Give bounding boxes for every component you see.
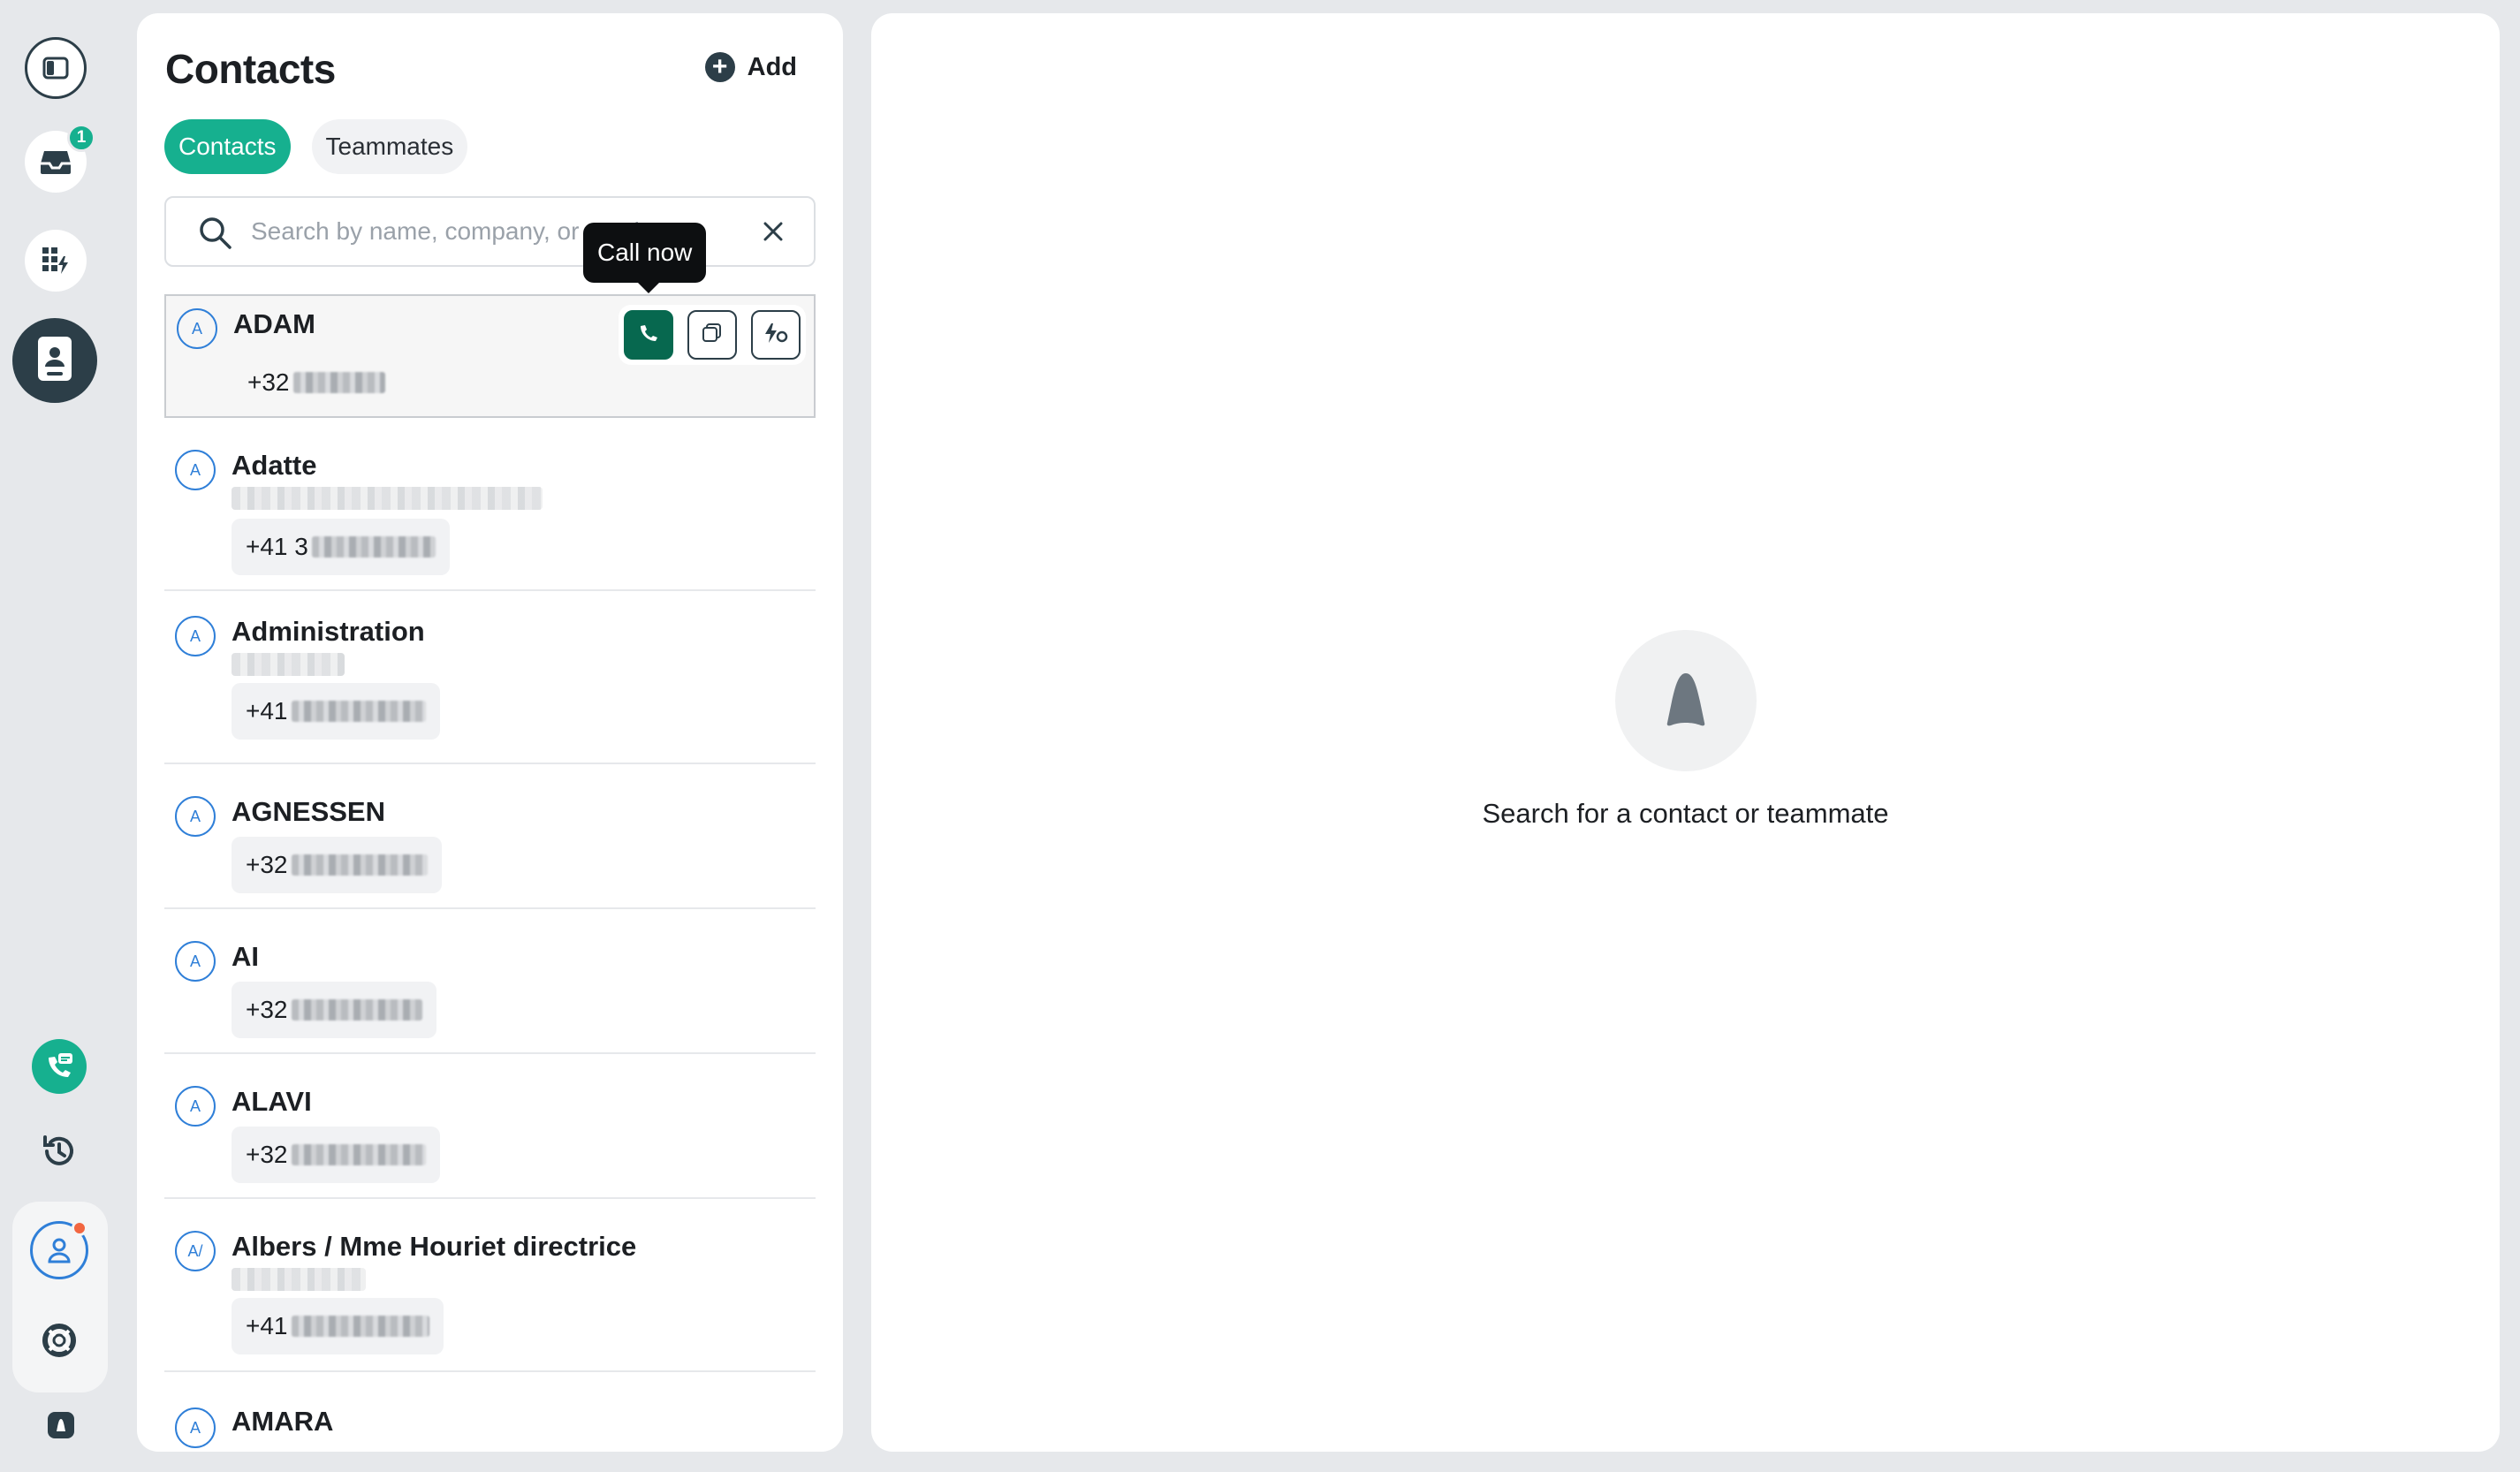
avatar: A xyxy=(177,308,217,349)
inbox-icon xyxy=(39,148,72,176)
user-icon xyxy=(47,1237,72,1263)
phone-prefix: +41 3 xyxy=(246,533,308,560)
redacted-phone xyxy=(291,854,428,876)
phone-number[interactable]: +41 xyxy=(232,683,440,740)
page-title: Contacts xyxy=(165,46,336,92)
empty-state-message: Search for a contact or teammate xyxy=(1482,798,1889,829)
contact-name: ADAM xyxy=(233,308,315,339)
list-item[interactable]: A AI +32 xyxy=(164,909,816,1054)
contact-detail-panel: Search for a contact or teammate xyxy=(871,13,2500,1452)
redacted-company xyxy=(232,487,543,510)
aircall-logo-icon xyxy=(1660,672,1712,731)
add-label: Add xyxy=(747,52,797,81)
redacted-phone xyxy=(291,999,422,1021)
contact-name: ALAVI xyxy=(232,1086,312,1117)
phone-number[interactable]: +32 xyxy=(232,1127,440,1183)
avatar: A xyxy=(175,941,216,982)
app-logo xyxy=(48,1412,74,1438)
redacted-phone xyxy=(311,536,436,558)
phone-prefix: +41 xyxy=(246,697,288,725)
inbox-badge: 1 xyxy=(67,124,95,152)
close-icon[interactable] xyxy=(761,219,786,248)
add-contact-button[interactable]: + Add xyxy=(704,52,797,82)
phone-number[interactable]: +41 3 xyxy=(232,519,450,575)
copy-icon xyxy=(701,322,724,349)
list-item[interactable]: A Administration +41 xyxy=(164,591,816,764)
contacts-nav-button[interactable] xyxy=(12,318,97,403)
avatar: A/ xyxy=(175,1231,216,1271)
help-button[interactable] xyxy=(30,1311,88,1370)
bolt-icon xyxy=(763,322,789,349)
apps-icon xyxy=(41,246,71,276)
call-now-button[interactable] xyxy=(624,310,673,360)
contact-name: Albers / Mme Houriet directrice xyxy=(232,1231,637,1262)
phone-prefix: +32 xyxy=(246,1141,288,1168)
contacts-tabs: Contacts Teammates xyxy=(164,119,468,174)
avatar: A xyxy=(175,796,216,837)
inbox-button[interactable]: 1 xyxy=(25,124,95,193)
profile-button[interactable] xyxy=(30,1220,88,1279)
power-dialer-button[interactable] xyxy=(751,310,801,360)
contacts-book-icon xyxy=(34,335,75,387)
list-item[interactable]: A ADAM +32 xyxy=(164,294,816,418)
phone-prefix: +32 xyxy=(246,851,288,878)
list-item[interactable]: A AGNESSEN +32 xyxy=(164,764,816,909)
contact-name: Adatte xyxy=(232,450,317,481)
call-now-tooltip: Call now xyxy=(583,223,707,293)
phone-number[interactable]: +32 xyxy=(233,354,399,411)
redacted-phone xyxy=(292,372,385,393)
contact-name: AGNESSEN xyxy=(232,796,385,827)
list-item[interactable]: A Adatte +41 3 xyxy=(164,418,816,591)
contacts-panel: Contacts + Add Contacts Teammates Call n… xyxy=(137,13,843,1452)
phone-prefix: +32 xyxy=(246,996,288,1023)
redacted-phone xyxy=(291,1316,429,1337)
sidebar-toggle-button[interactable] xyxy=(25,37,87,99)
redacted-company xyxy=(232,653,345,676)
tab-contacts[interactable]: Contacts xyxy=(164,119,291,174)
avatar: A xyxy=(175,1086,216,1127)
lifebuoy-icon xyxy=(42,1323,77,1358)
avatar: A xyxy=(175,450,216,490)
account-menu-card xyxy=(12,1202,108,1392)
left-nav-rail: 1 xyxy=(0,0,125,1472)
phone-number[interactable]: +41 xyxy=(232,1298,444,1354)
search-icon xyxy=(198,216,233,255)
plus-icon: + xyxy=(704,52,735,82)
phone-chat-icon xyxy=(43,1051,75,1082)
empty-state-logo xyxy=(1615,630,1757,771)
list-item[interactable]: A/ Albers / Mme Houriet directrice +41 xyxy=(164,1199,816,1372)
tab-teammates[interactable]: Teammates xyxy=(311,119,468,174)
avatar: A xyxy=(175,1408,216,1448)
sidebar-toggle-icon xyxy=(42,57,69,80)
search-bar xyxy=(164,196,816,267)
apps-button[interactable] xyxy=(25,230,87,292)
phone-prefix: +32 xyxy=(247,368,290,396)
list-item[interactable]: A ALAVI +32 xyxy=(164,1054,816,1199)
list-item[interactable]: A AMARA xyxy=(164,1372,816,1452)
dialer-button[interactable] xyxy=(32,1039,87,1094)
aircall-logo-icon xyxy=(53,1417,69,1433)
phone-icon xyxy=(637,322,660,349)
phone-number[interactable]: +32 xyxy=(232,837,442,893)
history-icon xyxy=(40,1132,79,1171)
copy-button[interactable] xyxy=(687,310,737,360)
phone-prefix: +41 xyxy=(246,1312,288,1339)
avatar: A xyxy=(175,616,216,656)
contacts-list: A ADAM +32 A Adatte +41 3 A Administrati… xyxy=(164,294,816,1452)
row-actions xyxy=(619,305,806,365)
redacted-company xyxy=(232,1268,366,1291)
redacted-phone xyxy=(291,1144,426,1165)
redacted-phone xyxy=(291,701,426,722)
contact-name: AMARA xyxy=(232,1406,334,1437)
contact-name: AI xyxy=(232,941,259,972)
history-button[interactable] xyxy=(32,1124,87,1179)
notification-dot xyxy=(72,1220,87,1236)
contact-name: Administration xyxy=(232,616,425,647)
phone-number[interactable]: +32 xyxy=(232,982,436,1038)
